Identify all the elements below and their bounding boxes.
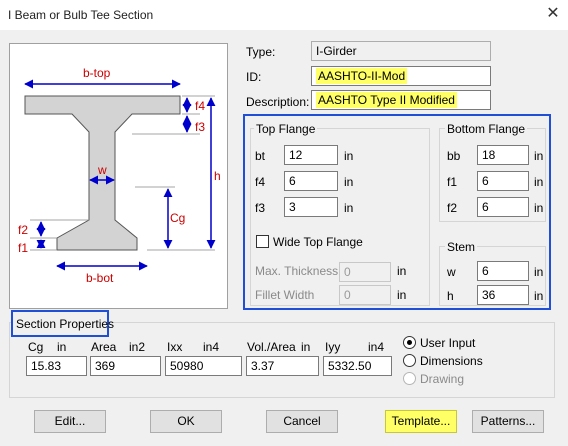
id-field[interactable]: AASHTO-II-Mod (311, 66, 491, 86)
fillet-width-input[interactable] (339, 285, 391, 305)
h-input[interactable] (477, 285, 529, 305)
i-beam-drawing: b-top b-bot f4 f3 h w Cg f2 f1 (18, 66, 221, 285)
max-thickness-unit: in (397, 264, 407, 278)
bt-unit: in (344, 149, 354, 163)
cg-col-name: Cg (28, 340, 44, 354)
f2-label: f2 (18, 223, 28, 237)
dimensions-radio[interactable] (403, 354, 416, 367)
h-unit: in (534, 289, 544, 303)
f3-input-label: f3 (255, 201, 266, 215)
f2-input-label: f2 (447, 201, 458, 215)
wide-top-flange-checkbox[interactable] (256, 235, 269, 248)
w-unit: in (534, 265, 544, 279)
area-col-unit: in2 (129, 340, 146, 354)
ixx-col-name: Ixx (167, 340, 183, 354)
area-output[interactable] (90, 356, 161, 376)
f1-input[interactable] (477, 171, 529, 191)
cancel-button[interactable]: Cancel (266, 410, 338, 433)
f4-label: f4 (195, 99, 205, 113)
b-bot-label: b-bot (86, 271, 114, 285)
drawing-radio[interactable] (403, 372, 416, 385)
vol-area-col-unit: in (301, 340, 311, 354)
user-input-radio[interactable] (403, 336, 416, 349)
id-value: AASHTO-II-Mod (316, 68, 408, 84)
bottom-flange-title: Bottom Flange (445, 122, 528, 136)
f1-input-label: f1 (447, 175, 458, 189)
f4-unit: in (344, 175, 354, 189)
id-label: ID: (246, 70, 262, 84)
f3-unit: in (344, 201, 354, 215)
ixx-output[interactable] (165, 356, 242, 376)
ok-button[interactable]: OK (150, 410, 222, 433)
max-thickness-input[interactable] (339, 262, 391, 282)
f3-label: f3 (195, 120, 205, 134)
wide-top-flange-label: Wide Top Flange (273, 235, 363, 249)
b-top-label: b-top (83, 66, 111, 80)
w-label: w (97, 163, 107, 177)
iyy-col-name: Iyy (325, 340, 341, 354)
description-value: AASHTO Type II Modified (316, 92, 457, 108)
type-field: I-Girder (311, 41, 491, 61)
iyy-output[interactable] (323, 356, 392, 376)
h-input-label: h (447, 289, 454, 303)
section-properties-title: Section Properties (16, 317, 115, 331)
close-icon[interactable]: ✕ (543, 4, 563, 24)
user-input-label: User Input (420, 336, 476, 350)
bt-input[interactable] (284, 145, 338, 165)
drawing-label: Drawing (420, 372, 465, 386)
dimensions-label: Dimensions (420, 354, 483, 368)
max-thickness-label: Max. Thickness (255, 264, 339, 278)
type-label: Type: (246, 45, 276, 59)
window-title: I Beam or Bulb Tee Section (8, 8, 154, 22)
bb-unit: in (534, 149, 544, 163)
cg-output[interactable] (26, 356, 87, 376)
h-label: h (214, 169, 221, 183)
edit-button[interactable]: Edit... (34, 410, 106, 433)
stem-title: Stem (445, 240, 478, 254)
description-label: Description: (246, 95, 310, 109)
f1-label: f1 (18, 241, 28, 255)
bb-input[interactable] (477, 145, 529, 165)
fillet-width-unit: in (397, 288, 407, 302)
ixx-col-unit: in4 (203, 340, 220, 354)
section-diagram: b-top b-bot f4 f3 h w Cg f2 f1 (9, 43, 228, 309)
top-flange-title: Top Flange (254, 122, 318, 136)
w-input[interactable] (477, 261, 529, 281)
bt-label: bt (255, 149, 266, 163)
iyy-col-unit: in4 (368, 340, 385, 354)
cg-label: Cg (170, 211, 185, 225)
bb-label: bb (447, 149, 461, 163)
patterns-button[interactable]: Patterns... (472, 410, 544, 433)
f2-input[interactable] (477, 197, 529, 217)
f2-unit: in (534, 201, 544, 215)
w-input-label: w (447, 265, 456, 279)
fillet-width-label: Fillet Width (255, 288, 315, 302)
f4-input-label: f4 (255, 175, 266, 189)
template-button[interactable]: Template... (385, 410, 457, 433)
f3-input[interactable] (284, 197, 338, 217)
f4-input[interactable] (284, 171, 338, 191)
area-col-name: Area (91, 340, 117, 354)
f1-unit: in (534, 175, 544, 189)
cg-col-unit: in (57, 340, 67, 354)
description-field[interactable]: AASHTO Type II Modified (311, 90, 491, 110)
vol-area-output[interactable] (246, 356, 319, 376)
vol-area-col-name: Vol./Area (247, 340, 296, 354)
